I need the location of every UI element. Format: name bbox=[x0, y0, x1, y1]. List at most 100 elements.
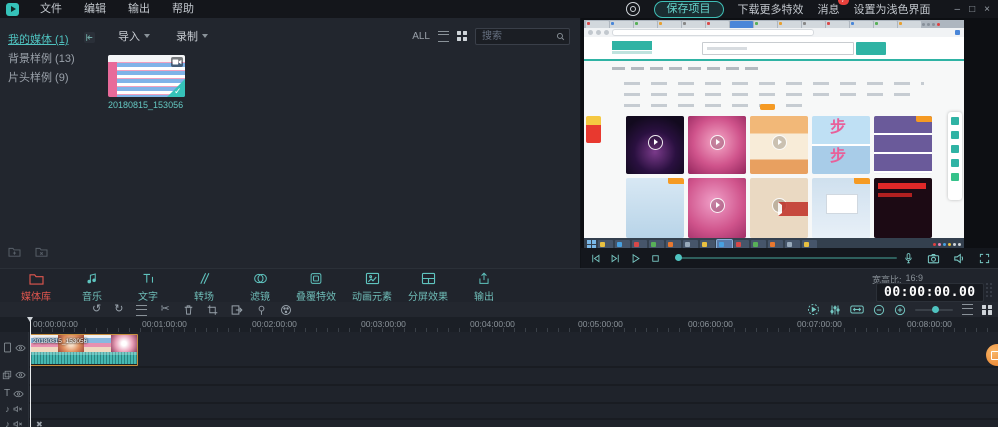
folder-icon bbox=[28, 274, 44, 285]
video-thumbnail bbox=[688, 178, 746, 238]
filter-all-button[interactable]: ALL bbox=[412, 31, 430, 42]
import-dropdown[interactable]: 导入 bbox=[118, 28, 150, 44]
ruler-label: 00:02:00:00 bbox=[252, 319, 297, 329]
timeline-clip[interactable]: 20180815_153056 bbox=[30, 334, 138, 366]
zoom-out-icon[interactable] bbox=[873, 304, 885, 316]
browser-tab-strip bbox=[584, 20, 964, 28]
music-track-2-lane[interactable] bbox=[29, 420, 998, 427]
search-input[interactable] bbox=[480, 29, 556, 43]
delete-trash-icon[interactable] bbox=[183, 304, 194, 316]
properties-icon[interactable] bbox=[136, 305, 148, 316]
filter-icon bbox=[253, 273, 267, 284]
fullscreen-icon[interactable] bbox=[979, 253, 990, 264]
cut-scissors-icon[interactable]: ✂ bbox=[160, 303, 169, 316]
ruler-label: 00:05:00:00 bbox=[578, 319, 623, 329]
snapshot-camera-icon[interactable] bbox=[927, 253, 940, 264]
volume-icon[interactable] bbox=[953, 253, 966, 264]
video-thumbnail bbox=[750, 178, 808, 238]
seek-slider[interactable] bbox=[675, 254, 897, 261]
tab-media-library[interactable]: 媒体库 bbox=[8, 272, 64, 303]
category-intro-samples[interactable]: 片头样例 (9) bbox=[0, 69, 96, 88]
video-thumbnail: 步步 bbox=[812, 116, 870, 174]
mute-speaker-icon[interactable] bbox=[13, 405, 23, 413]
menu-edit[interactable]: 编辑 bbox=[73, 0, 117, 18]
tab-overlays[interactable]: 叠覆特效 bbox=[288, 272, 344, 303]
detach-export-icon[interactable] bbox=[231, 304, 243, 316]
list-view-icon[interactable] bbox=[438, 30, 449, 42]
pip-track-lane[interactable] bbox=[29, 368, 998, 384]
maximize-button[interactable]: □ bbox=[969, 4, 975, 15]
visibility-eye-icon[interactable] bbox=[15, 371, 26, 379]
playhead[interactable] bbox=[27, 317, 33, 427]
tab-transitions[interactable]: 转场 bbox=[176, 272, 232, 303]
visibility-eye-icon[interactable] bbox=[14, 344, 26, 352]
color-palette-icon[interactable] bbox=[280, 304, 292, 316]
minimize-button[interactable]: – bbox=[955, 4, 961, 15]
marker-pin-icon[interactable] bbox=[256, 304, 267, 316]
tab-music[interactable]: 音乐 bbox=[64, 272, 120, 303]
panel-resize-grip[interactable] bbox=[986, 283, 992, 297]
play-button[interactable] bbox=[625, 253, 645, 264]
media-item-name: 20180815_153056 bbox=[108, 100, 184, 110]
add-folder-icon[interactable] bbox=[8, 246, 21, 257]
category-background-samples[interactable]: 背景样例 (13) bbox=[0, 50, 96, 69]
video-track-lane[interactable] bbox=[29, 332, 998, 366]
media-item-thumbnail: ✓ bbox=[108, 55, 185, 97]
visibility-eye-icon[interactable] bbox=[13, 390, 24, 398]
video-thumbnail bbox=[688, 116, 746, 174]
collapse-sidebar-icon[interactable] bbox=[84, 32, 95, 43]
search-box[interactable] bbox=[475, 27, 570, 45]
ruler-label: 00:07:00:00 bbox=[797, 319, 842, 329]
chevron-down-icon bbox=[202, 34, 208, 38]
timeline-ruler[interactable]: 00:00:00:00 00:01:00:00 00:02:00:00 00:0… bbox=[0, 317, 998, 333]
delete-folder-icon[interactable] bbox=[35, 246, 48, 257]
video-thumbnail bbox=[626, 178, 684, 238]
music-track-lane[interactable] bbox=[29, 404, 998, 418]
timeline-zoom-slider[interactable] bbox=[915, 306, 953, 313]
mute-speaker-icon[interactable] bbox=[13, 420, 23, 427]
menu-output[interactable]: 输出 bbox=[117, 0, 161, 18]
timeline-toolbar: ↺ ↻ ✂ bbox=[0, 302, 998, 317]
tab-export[interactable]: 输出 bbox=[456, 272, 512, 303]
crop-icon[interactable] bbox=[207, 304, 218, 316]
app-logo-icon bbox=[6, 2, 19, 16]
title-bar: 文件 编辑 输出 帮助 保存项目 下载更多特效 消息 7 设置为浅色界面 – □… bbox=[0, 0, 998, 18]
text-track-lane[interactable] bbox=[29, 386, 998, 402]
messages-button[interactable]: 消息 7 bbox=[818, 0, 849, 17]
music-track-icon: ♪ bbox=[5, 404, 10, 414]
video-thumbnail bbox=[874, 116, 932, 174]
account-icon[interactable] bbox=[625, 2, 640, 16]
media-item[interactable]: ✓ 20180815_153056 bbox=[108, 55, 185, 110]
preview-video-frame[interactable]: 步步 bbox=[584, 20, 964, 250]
redo-icon[interactable]: ↻ bbox=[114, 303, 123, 316]
render-preview-icon[interactable] bbox=[807, 303, 820, 316]
stop-button[interactable] bbox=[645, 253, 665, 264]
tab-text[interactable]: 文字 bbox=[120, 272, 176, 303]
track-grid-icon[interactable] bbox=[982, 304, 992, 315]
zoom-in-icon[interactable] bbox=[894, 304, 906, 316]
audio-mixer-icon[interactable] bbox=[829, 304, 841, 316]
grid-view-icon[interactable] bbox=[457, 31, 467, 41]
menu-file[interactable]: 文件 bbox=[29, 0, 73, 18]
tab-split-screen[interactable]: 分屏效果 bbox=[400, 272, 456, 303]
ruler-label: 00:04:00:00 bbox=[470, 319, 515, 329]
selected-check-icon: ✓ bbox=[167, 79, 185, 97]
theme-toggle-button[interactable]: 设置为浅色界面 bbox=[854, 1, 931, 17]
close-button[interactable]: × bbox=[984, 4, 990, 15]
zoom-to-fit-icon[interactable] bbox=[850, 304, 864, 315]
record-dropdown[interactable]: 录制 bbox=[176, 28, 208, 44]
save-project-button[interactable]: 保存项目 bbox=[653, 0, 724, 18]
effects-toolbar: 媒体库 音乐 文字 转场 滤镜 叠覆特效 动画元素 分屏效果 输出 宽高比: 1… bbox=[0, 268, 998, 303]
next-frame-button[interactable] bbox=[605, 253, 625, 264]
category-my-media[interactable]: 我的媒体 (1) bbox=[0, 31, 96, 50]
record-voiceover-icon[interactable] bbox=[903, 252, 914, 264]
menu-help[interactable]: 帮助 bbox=[161, 0, 205, 18]
undo-icon[interactable]: ↺ bbox=[92, 303, 101, 316]
tab-filters[interactable]: 滤镜 bbox=[232, 272, 288, 303]
download-effects-button[interactable]: 下载更多特效 bbox=[738, 1, 804, 17]
timecode-display: 00:00:00.00 bbox=[876, 283, 984, 302]
clip-name: 20180815_153056 bbox=[33, 338, 88, 345]
tab-elements[interactable]: 动画元素 bbox=[344, 272, 400, 303]
previous-frame-button[interactable] bbox=[585, 253, 605, 264]
track-list-icon[interactable] bbox=[962, 304, 973, 315]
